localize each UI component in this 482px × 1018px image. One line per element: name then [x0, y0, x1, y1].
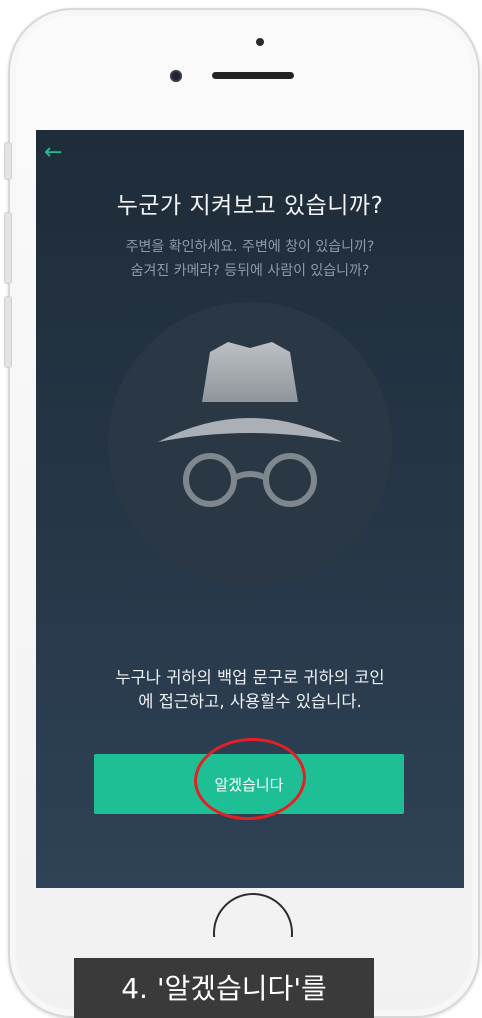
subtitle-line-2: 숨겨진 카메라? 등뒤에 사람이 있습니까?	[130, 263, 370, 279]
front-camera	[170, 70, 182, 82]
back-arrow-icon[interactable]: ←	[44, 142, 62, 164]
instruction-caption: 4. '알겠습니다'를	[74, 958, 374, 1018]
volume-up-button	[4, 212, 12, 284]
subtitle-line-1: 주변을 확인하세요. 주변에 창이 있습니끼?	[125, 239, 375, 255]
warning-message-line-2: 에 접근하고, 사용할수 있습니다.	[138, 692, 362, 711]
sensor-dot	[256, 38, 264, 46]
mute-switch	[4, 142, 12, 180]
volume-down-button	[4, 296, 12, 368]
warning-message-line-1: 누구나 귀하의 백업 문구로 귀하의 코인	[115, 668, 385, 687]
earpiece-speaker	[212, 72, 294, 79]
incognito-icon	[158, 324, 342, 514]
page-title: 누군가 지켜보고 있습니까?	[116, 193, 384, 219]
